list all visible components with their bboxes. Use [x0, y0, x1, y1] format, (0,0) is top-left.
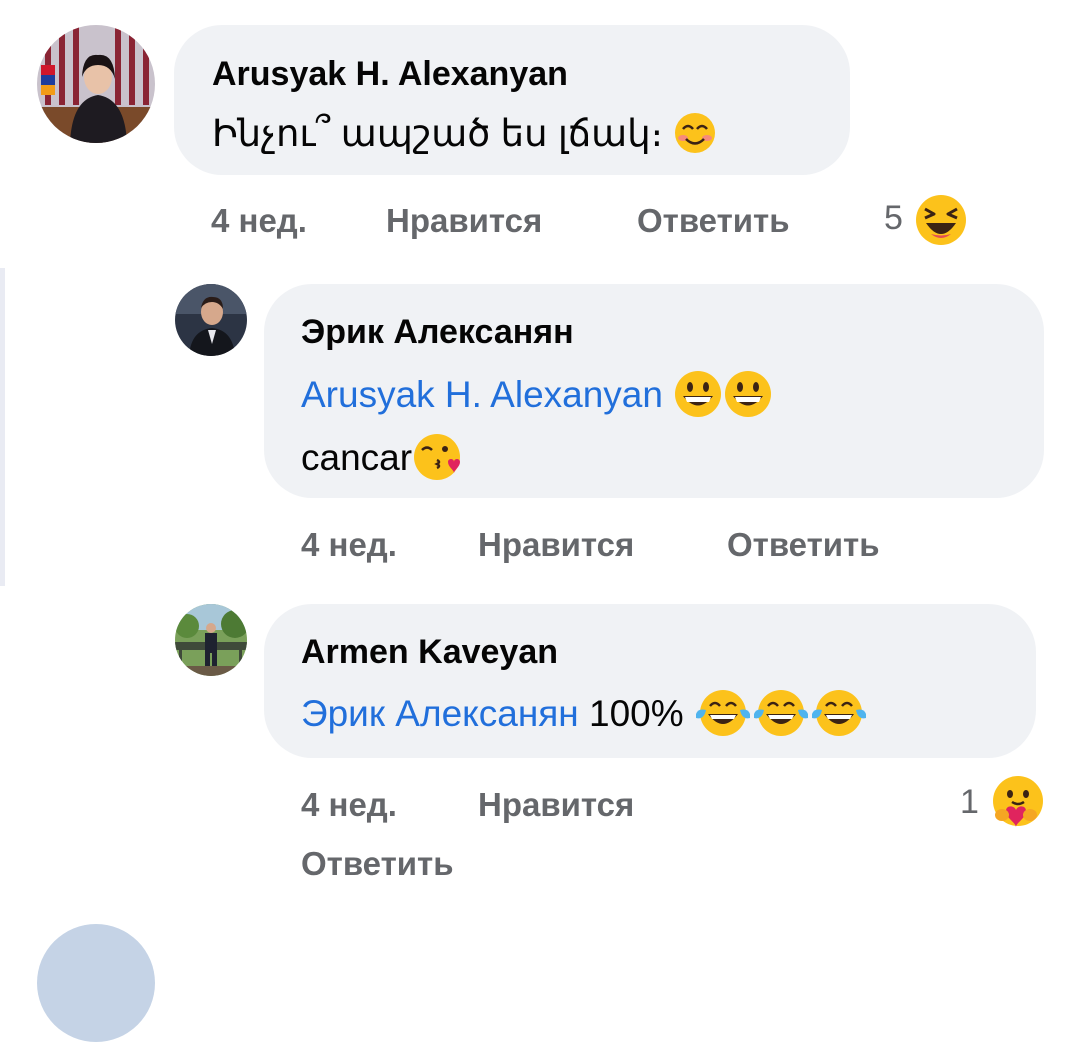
comment-author[interactable]: Arusyak H. Alexanyan: [212, 55, 568, 94]
comment-time[interactable]: 4 нед.: [211, 202, 307, 240]
avatar-arusyak[interactable]: [37, 25, 155, 143]
kissing-heart-face-icon: [412, 432, 462, 488]
avatar-erik[interactable]: [175, 284, 247, 356]
mention-link[interactable]: Эрик Алексанян: [301, 693, 579, 734]
mention-link[interactable]: Arusyak H. Alexanyan: [301, 374, 663, 415]
care-face-icon[interactable]: [990, 775, 1046, 836]
comment-bubble: Arusyak H. Alexanyan Ինչու՞ ապշած ես լճա…: [174, 25, 850, 175]
like-button[interactable]: Нравится: [478, 786, 634, 824]
smiling-face-icon: [673, 111, 717, 161]
tears-of-joy-face-icon: [752, 688, 810, 744]
comment-bubble: Эрик Алексанян Arusyak H. Alexanyan canc…: [264, 284, 1044, 498]
thread-line: [0, 268, 5, 586]
tears-of-joy-face-icon: [810, 688, 868, 744]
laughing-face-icon[interactable]: [914, 193, 968, 252]
like-button[interactable]: Нравится: [478, 526, 634, 564]
comment-bubble: Armen Kaveyan Эрик Алексанян 100%: [264, 604, 1036, 758]
reply-button[interactable]: Ответить: [637, 202, 790, 240]
like-button[interactable]: Нравится: [386, 202, 542, 240]
reply-button[interactable]: Ответить: [727, 526, 880, 564]
reaction-count[interactable]: 1: [960, 783, 979, 822]
comment-text: Эрик Алексанян 100%: [301, 688, 868, 744]
grinning-face-icon: [673, 369, 723, 425]
comment-time[interactable]: 4 нед.: [301, 526, 397, 564]
grinning-face-icon: [723, 369, 773, 425]
comment-text: Arusyak H. Alexanyan: [301, 369, 773, 425]
avatar-next[interactable]: [37, 924, 155, 1042]
comment-text: Ինչու՞ ապշած ես լճակ։: [212, 111, 717, 161]
comment-time[interactable]: 4 нед.: [301, 786, 397, 824]
reply-button[interactable]: Ответить: [301, 845, 454, 883]
comment-author[interactable]: Armen Kaveyan: [301, 633, 558, 672]
comment-author[interactable]: Эрик Алексанян: [301, 313, 574, 352]
comment-text-line: cancar: [301, 432, 462, 488]
reaction-count[interactable]: 5: [884, 199, 903, 238]
tears-of-joy-face-icon: [694, 688, 752, 744]
avatar-armen[interactable]: [175, 604, 247, 676]
